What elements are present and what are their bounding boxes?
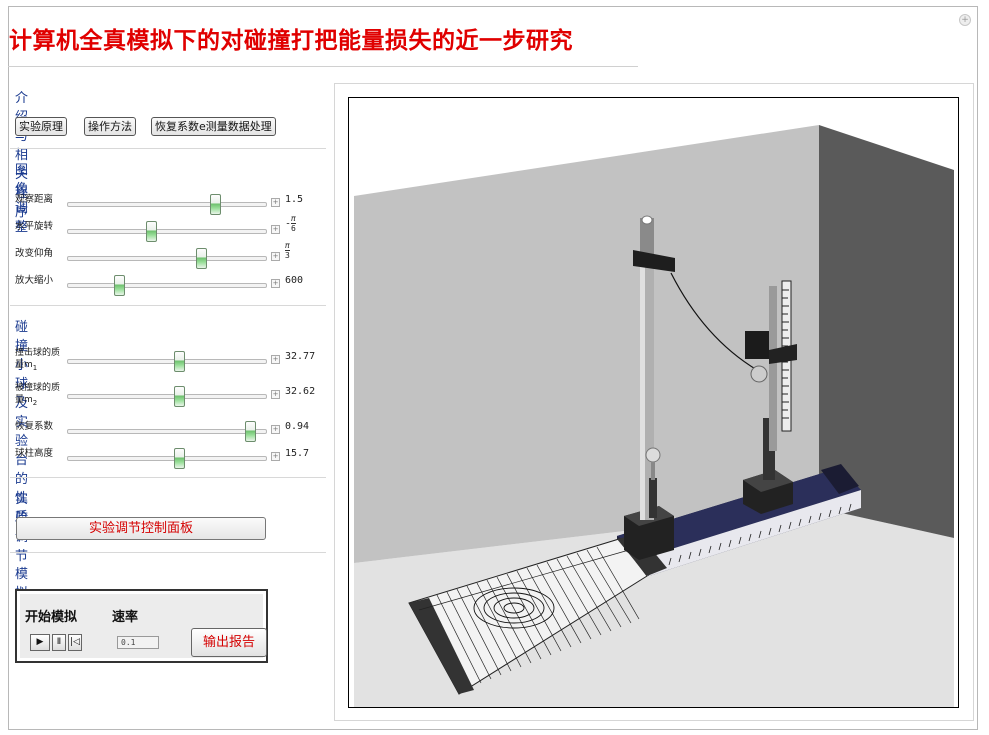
control-panel-button[interactable]: 实验调节控制面板 <box>16 517 266 540</box>
divider <box>10 552 326 553</box>
slider-value-fraction: π6 <box>291 214 296 233</box>
slider-expand-icon[interactable]: + <box>271 452 280 461</box>
slider-track[interactable] <box>67 386 267 407</box>
slider-row: 被撞球的质量m2 +32.62 <box>15 382 325 411</box>
fraction-denominator: 3 <box>285 251 290 260</box>
divider <box>10 477 326 478</box>
expand-icon[interactable]: + <box>959 14 971 26</box>
slider-row: 放大缩小 +600 <box>15 274 325 300</box>
slider-thumb[interactable] <box>146 221 158 242</box>
slider-label: 水平旋转 <box>15 220 69 234</box>
divider <box>10 305 326 306</box>
play-icon[interactable]: ▶ <box>30 634 50 651</box>
fraction-numerator: π <box>285 241 290 251</box>
slider-value-fraction: π3 <box>285 241 290 260</box>
slider-label-subscript: 2 <box>32 398 38 407</box>
divider <box>10 148 326 149</box>
slider-thumb[interactable] <box>209 194 221 215</box>
slider-value: -π6 <box>285 214 296 233</box>
fraction-denominator: 6 <box>291 224 296 233</box>
slider-track[interactable] <box>67 194 267 215</box>
simulation-box: 开始模拟 速率 ▶ Ⅱ |◁ 0.1 输出报告 <box>15 589 268 663</box>
slider-thumb[interactable] <box>173 386 185 407</box>
slider-track[interactable] <box>67 275 267 296</box>
slider-row: 球柱高度 +15.7 <box>15 447 325 473</box>
slider-track[interactable] <box>67 248 267 269</box>
slider-label: 球柱高度 <box>15 447 69 461</box>
slider-label-text: 水平旋转 <box>15 221 54 232</box>
scene-graphic <box>354 125 954 707</box>
title-divider <box>8 66 638 67</box>
slider-thumb[interactable] <box>173 351 185 372</box>
slider-label: 改变仰角 <box>15 247 69 261</box>
slider-expand-icon[interactable]: + <box>271 390 280 399</box>
slider-value: 15.7 <box>285 448 310 459</box>
slider-label-text: 放大缩小 <box>15 275 54 286</box>
slider-label: 被撞球的质量m2 <box>15 382 61 409</box>
striker-ball <box>750 365 768 383</box>
slider-value: 32.77 <box>285 351 316 362</box>
right-column-pole <box>769 286 777 451</box>
slider-row: 恢复系数 +0.94 <box>15 420 325 446</box>
slider-label-subscript: 1 <box>32 363 38 372</box>
report-button[interactable]: 输出报告 <box>191 628 267 657</box>
slider-thumb[interactable] <box>245 421 257 442</box>
page-title: 计算机全真模拟下的对碰撞打把能量损失的近一步研究 <box>9 27 573 54</box>
slider-label-text: 恢复系数 <box>15 421 54 432</box>
slider-label-text: 观察距离 <box>15 194 54 205</box>
slider-value: 600 <box>285 275 304 286</box>
slider-track[interactable] <box>67 221 267 242</box>
slider-track[interactable] <box>67 421 267 442</box>
slider-label: 放大缩小 <box>15 274 69 288</box>
slider-track[interactable] <box>67 448 267 469</box>
slider-row: 改变仰角 + π 3 <box>15 241 325 273</box>
slider-label-text: 改变仰角 <box>15 248 54 259</box>
slider-label: 观察距离 <box>15 193 69 207</box>
rate-input[interactable]: 0.1 <box>117 636 159 649</box>
start-sim-label: 开始模拟 <box>25 610 78 625</box>
fraction-numerator: π <box>291 214 296 224</box>
slider-label-text: 被撞球的质量m <box>15 383 61 405</box>
slider-row: 撞击球的质量m1 +32.77 <box>15 347 325 376</box>
slider-value: 0.94 <box>285 421 310 432</box>
slider-label-text: 撞击球的质量m <box>15 348 61 370</box>
slider-label-text: 球柱高度 <box>15 448 54 459</box>
electromagnet-box <box>745 331 769 359</box>
slider-expand-icon[interactable]: + <box>271 225 280 234</box>
slider-value: 32.62 <box>285 386 316 397</box>
method-button[interactable]: 操作方法 <box>84 117 136 136</box>
slider-row: 水平旋转 + - π 6 <box>15 214 325 246</box>
slider-expand-icon[interactable]: + <box>271 198 280 207</box>
slider-label: 恢复系数 <box>15 420 69 434</box>
slider-row: 观察距离 +1.5 <box>15 193 325 219</box>
principle-button[interactable]: 实验原理 <box>15 117 67 136</box>
rate-label: 速率 <box>112 610 139 625</box>
slider-value: π3 <box>285 241 290 260</box>
slider-thumb[interactable] <box>173 448 185 469</box>
coefficient-data-button[interactable]: 恢复系数e测量数据处理 <box>151 117 276 136</box>
slider-expand-icon[interactable]: + <box>271 355 280 364</box>
pause-icon[interactable]: Ⅱ <box>52 634 66 651</box>
stand-post <box>649 478 657 518</box>
target-ball <box>645 447 661 463</box>
slider-value: 1.5 <box>285 194 304 205</box>
slider-thumb[interactable] <box>195 248 207 269</box>
3d-scene-viewport[interactable] <box>348 97 959 708</box>
step-back-icon[interactable]: |◁ <box>68 634 82 651</box>
slider-expand-icon[interactable]: + <box>271 252 280 261</box>
slider-thumb[interactable] <box>114 275 126 296</box>
slider-label: 撞击球的质量m1 <box>15 347 61 374</box>
slider-expand-icon[interactable]: + <box>271 425 280 434</box>
slider-track[interactable] <box>67 351 267 372</box>
slider-expand-icon[interactable]: + <box>271 279 280 288</box>
